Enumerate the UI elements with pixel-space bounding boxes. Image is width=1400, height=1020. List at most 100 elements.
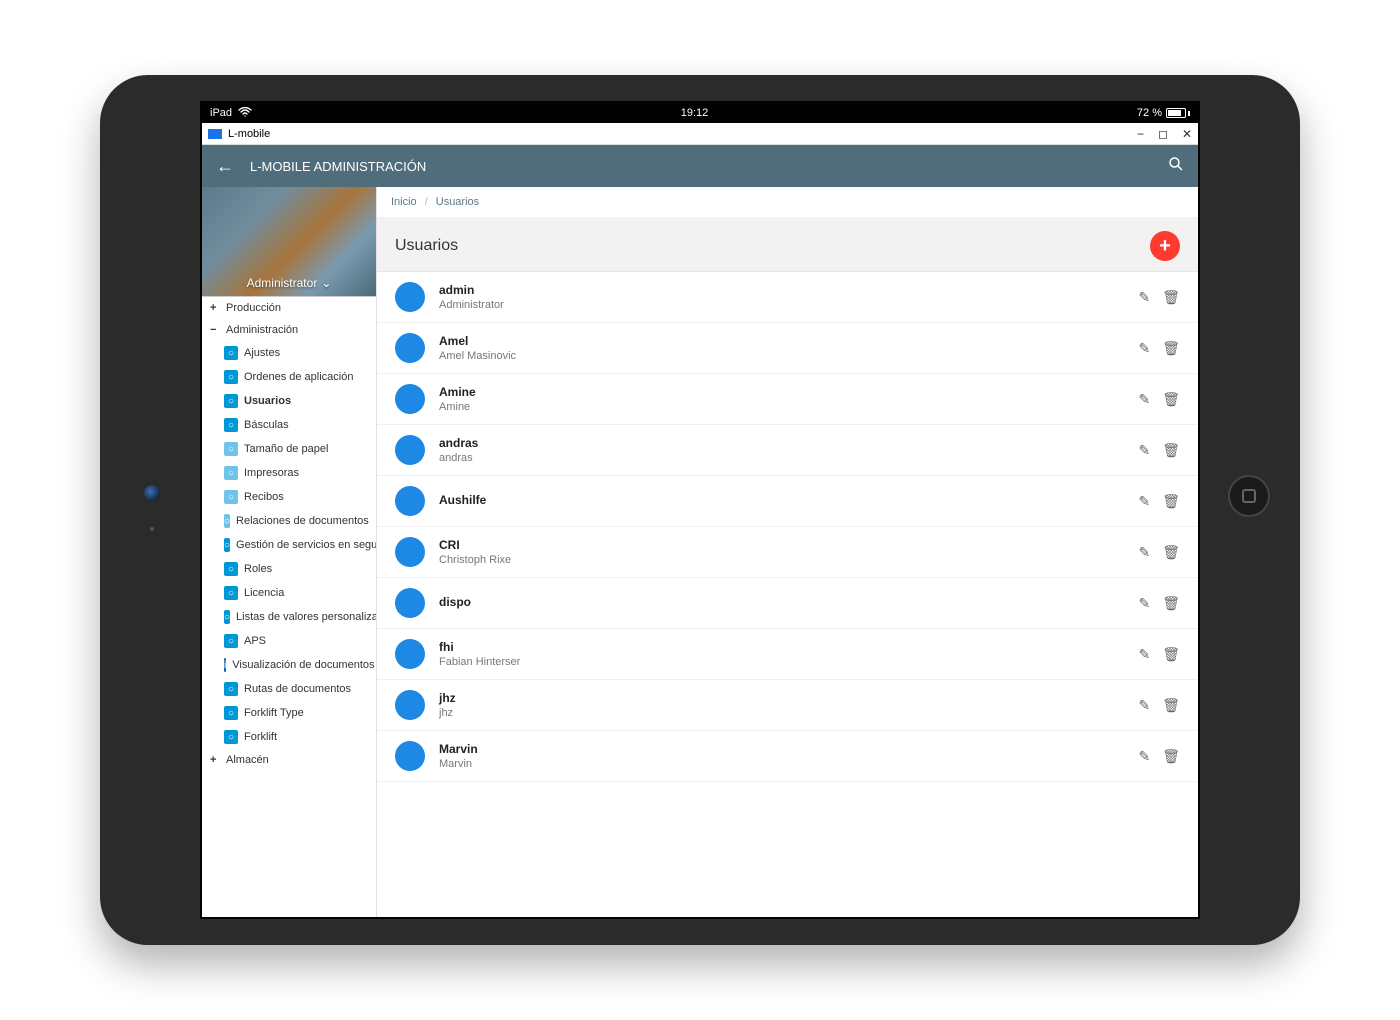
user-row[interactable]: jhzjhz✎🗑 [377, 680, 1198, 731]
add-user-button[interactable]: + [1150, 231, 1180, 261]
sidebar-item[interactable]: ○Usuarios [202, 389, 376, 413]
maximize-button[interactable]: ◻ [1158, 127, 1168, 141]
sidebar-item-label: Relaciones de documentos [236, 515, 369, 527]
sidebar-item[interactable]: ○Gestión de servicios en segundo p [202, 533, 376, 557]
user-name: fhi [439, 640, 1138, 654]
avatar [395, 333, 425, 363]
node-icon: ○ [224, 442, 238, 456]
back-button[interactable]: ← [216, 156, 234, 177]
sidebar-item[interactable]: ○Forklift [202, 725, 376, 749]
delete-icon[interactable]: 🗑 [1162, 646, 1180, 663]
edit-icon[interactable]: ✎ [1138, 442, 1150, 459]
breadcrumb-home[interactable]: Inicio [391, 196, 417, 208]
chevron-down-icon: ⌄ [321, 276, 331, 290]
delete-icon[interactable]: 🗑 [1162, 391, 1180, 408]
user-row[interactable]: adminAdministrator✎🗑 [377, 272, 1198, 323]
user-subtitle: Fabian Hinterser [439, 656, 1138, 668]
wifi-icon [238, 107, 252, 120]
edit-icon[interactable]: ✎ [1138, 391, 1150, 408]
user-row[interactable]: AmineAmine✎🗑 [377, 374, 1198, 425]
user-text: CRIChristoph Rixe [439, 538, 1138, 566]
row-actions: ✎🗑 [1138, 391, 1180, 408]
role-dropdown[interactable]: Administrator ⌄ [247, 276, 332, 290]
sidebar-item[interactable]: ○Ordenes de aplicación [202, 365, 376, 389]
sidebar-section[interactable]: −Administración [202, 319, 376, 341]
node-icon: ○ [224, 370, 238, 384]
row-actions: ✎🗑 [1138, 289, 1180, 306]
edit-icon[interactable]: ✎ [1138, 289, 1150, 306]
ios-status-bar: iPad 19:12 72 % [202, 103, 1198, 123]
user-name: Amel [439, 334, 1138, 348]
user-name: admin [439, 283, 1138, 297]
delete-icon[interactable]: 🗑 [1162, 595, 1180, 612]
sidebar-item[interactable]: ○Listas de valores personalizadas [202, 605, 376, 629]
avatar [395, 384, 425, 414]
delete-icon[interactable]: 🗑 [1162, 340, 1180, 357]
delete-icon[interactable]: 🗑 [1162, 289, 1180, 306]
sidebar-item-label: Impresoras [244, 467, 299, 479]
window-titlebar: L-mobile − ◻ ✕ [202, 123, 1198, 145]
user-row[interactable]: MarvinMarvin✎🗑 [377, 731, 1198, 782]
edit-icon[interactable]: ✎ [1138, 595, 1150, 612]
search-icon[interactable] [1168, 156, 1184, 177]
edit-icon[interactable]: ✎ [1138, 493, 1150, 510]
home-button[interactable] [1228, 475, 1270, 517]
sidebar-item[interactable]: ○APS [202, 629, 376, 653]
sidebar-item[interactable]: ○Impresoras [202, 461, 376, 485]
node-icon: ○ [224, 514, 230, 528]
sidebar-section[interactable]: + Almacén [202, 749, 376, 771]
sidebar-item[interactable]: ○Rutas de documentos [202, 677, 376, 701]
delete-icon[interactable]: 🗑 [1162, 442, 1180, 459]
user-name: Marvin [439, 742, 1138, 756]
breadcrumb-sep: / [425, 196, 428, 208]
user-row[interactable]: AmelAmel Masinovic✎🗑 [377, 323, 1198, 374]
sidebar-item[interactable]: ○Básculas [202, 413, 376, 437]
user-row[interactable]: andrasandras✎ 🗑 [377, 425, 1198, 476]
sidebar-item[interactable]: ○Roles [202, 557, 376, 581]
user-subtitle: Amine [439, 401, 1138, 413]
sidebar-section-label: Almacén [226, 754, 269, 766]
edit-icon[interactable]: ✎ [1138, 748, 1150, 765]
edit-icon[interactable]: ✎ [1138, 340, 1150, 357]
sidebar-item[interactable]: ○Recibos [202, 485, 376, 509]
sidebar-item[interactable]: ○ Relaciones de documentos [202, 509, 376, 533]
avatar [395, 282, 425, 312]
user-row[interactable]: fhiFabian Hinterser✎🗑 [377, 629, 1198, 680]
edit-icon[interactable]: ✎ [1138, 697, 1150, 714]
user-text: adminAdministrator [439, 283, 1138, 311]
sidebar-item[interactable]: ○Forklift Type [202, 701, 376, 725]
user-text: andrasandras [439, 436, 1138, 464]
edit-icon[interactable]: ✎ [1138, 646, 1150, 663]
delete-icon[interactable]: 🗑 [1162, 544, 1180, 561]
node-icon: ○ [224, 394, 238, 408]
user-row[interactable]: Aushilfe✎🗑 [377, 476, 1198, 527]
node-icon: i [224, 658, 226, 672]
sidebar-section-label: Producción [226, 302, 281, 314]
device-camera [144, 485, 160, 501]
user-subtitle: jhz [439, 707, 1138, 719]
sidebar-item-label: Recibos [244, 491, 284, 503]
edit-icon[interactable]: ✎ [1138, 544, 1150, 561]
minimize-button[interactable]: − [1137, 127, 1144, 141]
node-icon: ○ [224, 706, 238, 720]
user-row[interactable]: dispo✎🗑 [377, 578, 1198, 629]
user-row[interactable]: CRIChristoph Rixe✎ 🗑 [377, 527, 1198, 578]
tablet-frame: iPad 19:12 72 % L-mobile − ◻ [100, 75, 1300, 945]
sidebar-item[interactable]: ○Licencia [202, 581, 376, 605]
sidebar-section[interactable]: +Producción [202, 297, 376, 319]
sidebar-item[interactable]: ○Tamaño de papel [202, 437, 376, 461]
window-title: L-mobile [228, 128, 270, 140]
delete-icon[interactable]: 🗑 [1162, 493, 1180, 510]
row-actions: ✎🗑 [1138, 646, 1180, 663]
row-actions: ✎🗑 [1138, 595, 1180, 612]
delete-icon[interactable]: 🗑 [1162, 697, 1180, 714]
delete-icon[interactable]: 🗑 [1162, 748, 1180, 765]
node-icon: ○ [224, 418, 238, 432]
sidebar-item[interactable]: ○Ajustes [202, 341, 376, 365]
avatar [395, 588, 425, 618]
expand-icon: + [210, 754, 220, 766]
content-scroll[interactable]: Usuarios + adminAdministrator✎🗑AmelAmel … [377, 217, 1198, 917]
close-button[interactable]: ✕ [1182, 127, 1192, 141]
sidebar-item[interactable]: iVisualización de documentos [202, 653, 376, 677]
row-actions: ✎🗑 [1138, 748, 1180, 765]
